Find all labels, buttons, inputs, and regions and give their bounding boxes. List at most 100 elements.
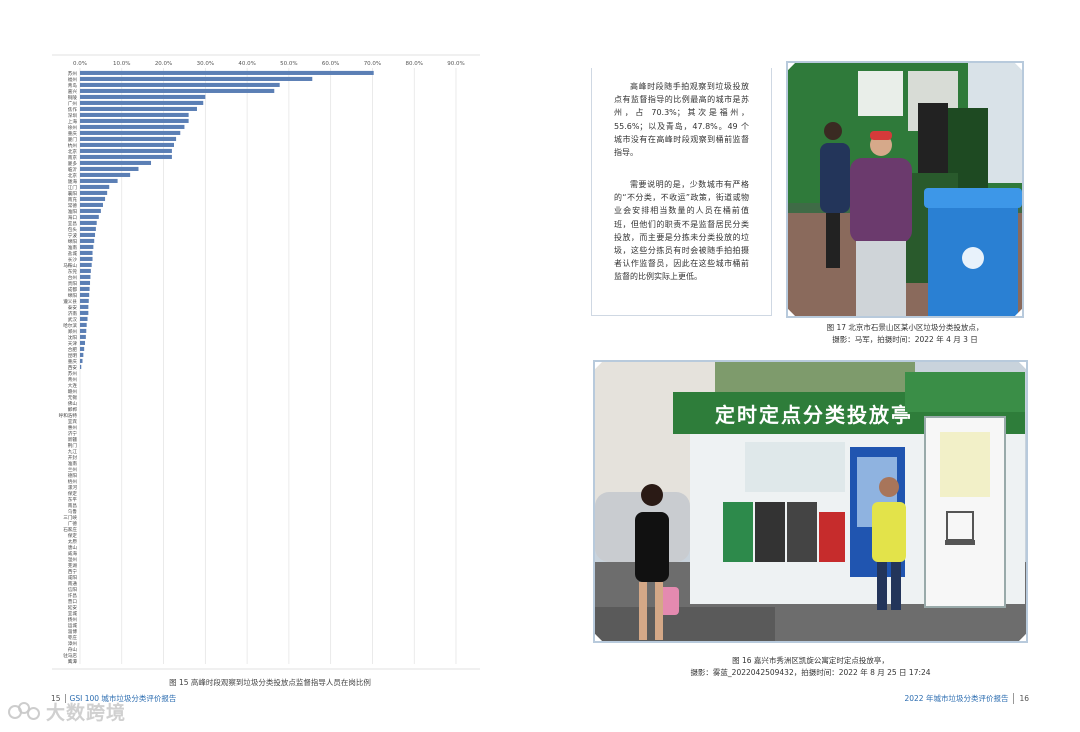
category-label: 哈尔滨: [63, 322, 77, 329]
bar: [80, 364, 82, 369]
category-label: 温州: [68, 556, 78, 563]
category-label: 厦门: [68, 136, 78, 143]
category-label: 北京: [68, 148, 78, 155]
category-label: 青岛: [68, 82, 78, 89]
bar: [80, 268, 91, 273]
category-label: 沈阳: [68, 334, 78, 341]
category-label: 枣庄: [68, 634, 78, 641]
category-label: 贵阳: [68, 280, 78, 287]
category-label: 杭州: [68, 142, 78, 149]
chart-svg: 0.0% 10.0% 20.0% 30.0% 40.0% 50.0% 60.0% 70.0% 8…: [52, 54, 480, 670]
category-label: 江门: [68, 184, 78, 191]
x-tick-label: 20.0%: [155, 61, 172, 67]
bar: [80, 106, 197, 111]
category-label: 郑州: [68, 328, 78, 335]
photo-top-caption-line-2: 摄影：马军，拍摄时间：2022 年 4 月 3 日: [832, 334, 978, 344]
bar: [80, 256, 93, 261]
x-tick-label: 70.0%: [364, 61, 381, 67]
category-label: 合肥: [68, 346, 78, 353]
category-label: 海口: [68, 214, 78, 221]
category-label: 昆明: [68, 353, 78, 359]
bar: [80, 310, 89, 315]
bar: [80, 316, 88, 321]
category-label: 重庆: [68, 358, 78, 365]
category-label: 马鞍山: [63, 262, 77, 269]
bar: [80, 226, 96, 231]
bar: [80, 118, 189, 123]
photo-jiaxing-illustration: 定时定点分类投放亭: [595, 362, 1026, 641]
category-label: 驻马店: [63, 652, 77, 659]
x-tick-label: 50.0%: [280, 61, 297, 67]
category-label: 嘉兴: [68, 88, 78, 95]
bar: [80, 244, 94, 249]
category-label: 惠州: [68, 424, 78, 431]
category-label: 重庆: [68, 130, 78, 137]
category-label: 临沂: [68, 166, 78, 173]
category-label: 襄阳: [68, 190, 78, 197]
bar: [80, 196, 106, 201]
category-label: 鹰潭: [68, 658, 78, 665]
category-label: 芜湖: [68, 562, 78, 569]
category-label: 大连: [68, 382, 78, 389]
category-label: 焦作: [68, 106, 78, 113]
category-label: 开封: [68, 454, 78, 461]
category-label: 佛山: [68, 400, 78, 407]
bar: [80, 292, 90, 297]
category-label: 宜城: [68, 610, 78, 617]
category-label: 宜宾: [68, 418, 78, 425]
category-label: 舟山: [68, 646, 78, 653]
bar: [80, 322, 87, 327]
category-label: 信阳: [68, 586, 78, 593]
category-label: 乌鲁: [68, 508, 78, 515]
category-label: 漯河: [68, 484, 78, 491]
bar: [80, 184, 110, 189]
category-label: 梧州: [68, 478, 78, 485]
text-box: 高峰时段随手拍观察到垃圾投放点有监督指导的比例最高的城市是苏州，占 70.3%；…: [591, 68, 772, 316]
category-label: 南昌: [68, 502, 78, 509]
x-tick-label: 40.0%: [238, 61, 255, 67]
category-label: 陇海: [68, 178, 78, 185]
category-label: 铜陵: [68, 94, 78, 101]
category-label: 保定: [68, 532, 78, 539]
photo-beijing-illustration: [788, 63, 1022, 316]
category-label: 石家庄: [63, 526, 77, 533]
bar: [80, 82, 280, 87]
category-label: 遵义县: [63, 298, 77, 305]
category-label: 济宁: [68, 430, 78, 437]
bar: [80, 100, 204, 105]
category-label: 宜昌: [68, 220, 78, 227]
category-label: 北京: [68, 172, 78, 179]
category-label: 无锡: [68, 394, 78, 401]
category-label: 广德: [68, 520, 78, 527]
bar: [80, 202, 103, 207]
bar: [80, 274, 91, 279]
x-tick-label: 10.0%: [113, 61, 130, 67]
category-label: 绵阳: [68, 292, 78, 299]
category-label: 南充: [68, 196, 78, 203]
category-label: 邯郸: [68, 406, 78, 413]
bar: [80, 346, 85, 351]
category-label: 新疆: [68, 436, 78, 443]
bar: [80, 340, 86, 345]
category-label: 福州: [68, 76, 78, 83]
photo-top-caption: 图 17 北京市石景山区某小区垃圾分类投放点， 摄影：马军，拍摄时间：2022 …: [786, 322, 1024, 345]
category-label: 太原: [68, 538, 78, 545]
bar: [80, 130, 181, 135]
category-label: 营口: [68, 598, 78, 605]
bar: [80, 70, 374, 75]
footer-right: 2022 年城市垃圾分类评价报告 16: [904, 693, 1029, 704]
category-label: 东莞: [68, 268, 78, 275]
photo-jiaxing-kiosk: 定时定点分类投放亭: [593, 360, 1028, 643]
category-label: 深圳: [68, 112, 78, 119]
bar: [80, 280, 91, 285]
bar: [80, 214, 99, 219]
category-label: 德阳: [68, 472, 78, 479]
bar: [80, 160, 152, 165]
category-label: 东平: [68, 496, 78, 503]
category-label: 徐州: [68, 124, 78, 131]
category-label: 淮南: [68, 244, 78, 251]
bar: [80, 358, 83, 363]
x-tick-label: 80.0%: [405, 61, 422, 67]
category-label: 泰安: [68, 304, 78, 311]
watermark-logo-icon: [8, 701, 42, 722]
